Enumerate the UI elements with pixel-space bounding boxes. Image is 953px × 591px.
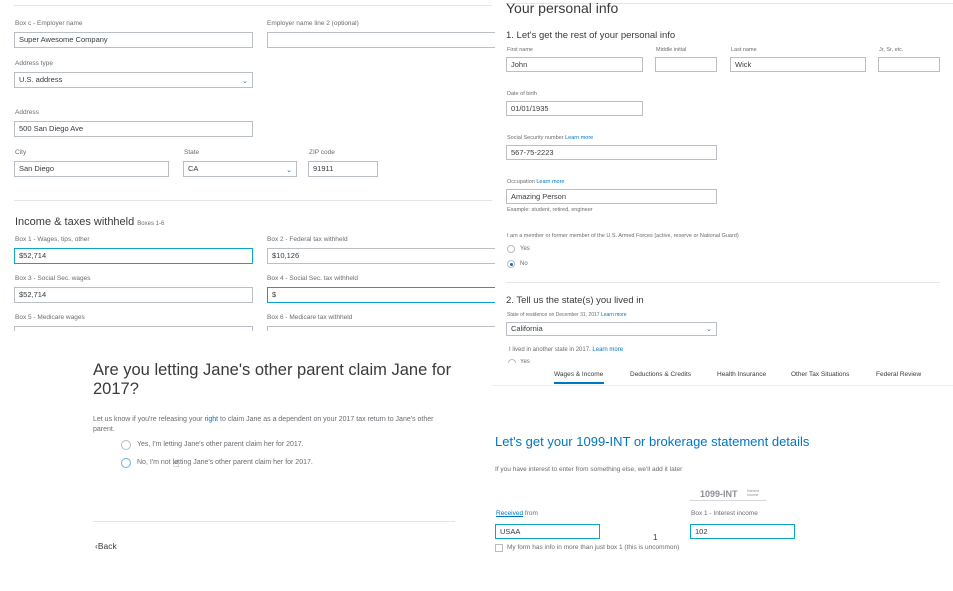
- back-button[interactable]: ‹Back: [95, 541, 117, 551]
- address-type-value: U.S. address: [19, 75, 63, 84]
- suffix-field[interactable]: [878, 57, 940, 72]
- state-residence-value: California: [511, 324, 543, 333]
- page-title: Your personal info: [506, 0, 619, 16]
- box6-field[interactable]: [267, 326, 495, 331]
- received-link[interactable]: Received: [496, 510, 523, 517]
- chevron-down-icon: ⌄: [286, 167, 292, 174]
- military-question: I am a member or former member of the U.…: [507, 233, 739, 239]
- tab-wages-income[interactable]: Wages & Income: [554, 371, 603, 378]
- divider: [93, 521, 455, 522]
- more-boxes-checkbox[interactable]: [495, 544, 503, 552]
- dependent-question-title: Are you letting Jane's other parent clai…: [93, 361, 452, 398]
- box2-field[interactable]: $10,126: [267, 248, 495, 264]
- city-label: City: [15, 149, 27, 156]
- ssn-learn-more-link[interactable]: Learn more: [565, 135, 593, 141]
- another-state-question: I lived in another state in 2017. Learn …: [509, 347, 624, 353]
- military-no-label: No: [520, 261, 528, 267]
- more-boxes-label: My form has info in more than just box 1…: [507, 544, 680, 551]
- box3-label: Box 3 - Social Sec. wages: [15, 275, 91, 282]
- last-name-field[interactable]: Wick: [730, 57, 866, 72]
- dob-field[interactable]: 01/01/1935: [506, 101, 643, 116]
- income-title: Income & taxes withheld Boxes 1-6: [15, 216, 165, 228]
- military-yes-radio[interactable]: [507, 245, 515, 253]
- tab-other-tax-situations[interactable]: Other Tax Situations: [791, 371, 849, 378]
- box1-label: Box 1 - Wages, tips, other: [15, 236, 90, 243]
- zip-field[interactable]: 91911: [308, 161, 378, 177]
- active-tab-indicator: [554, 382, 604, 384]
- payer-name-field[interactable]: USAA: [495, 524, 600, 539]
- divider: [14, 200, 492, 201]
- release-yes-radio[interactable]: [121, 440, 131, 450]
- divider: [14, 5, 492, 6]
- state-label: State: [184, 149, 200, 156]
- right-link[interactable]: right: [204, 416, 218, 423]
- employer-name2-field[interactable]: [267, 32, 495, 48]
- box5-label: Box 5 - Medicare wages: [15, 314, 85, 321]
- state-residence-select[interactable]: California ⌄: [506, 322, 717, 336]
- box6-label: Box 6 - Medicare tax withheld: [267, 314, 353, 321]
- chevron-down-icon: ⌄: [242, 78, 248, 85]
- release-no-label: No, I'm not letting Jane's other parent …: [137, 459, 313, 466]
- state-residence-label: State of residence on December 31, 2017 …: [507, 312, 627, 318]
- tab-health-insurance[interactable]: Health Insurance: [717, 371, 766, 378]
- middle-initial-label: Middle initial: [656, 47, 687, 53]
- box1-interest-label: Box 1 - Interest income: [691, 510, 758, 517]
- box3-field[interactable]: $52,714: [14, 287, 253, 303]
- release-no-radio[interactable]: [121, 458, 131, 468]
- occupation-hint: Example: student, retired, engineer: [507, 207, 593, 213]
- first-name-field[interactable]: John: [506, 57, 643, 72]
- page-number: 1: [653, 533, 658, 542]
- employer-name-label: Box c - Employer name: [15, 20, 83, 27]
- middle-initial-field[interactable]: [655, 57, 717, 72]
- employer-name-field[interactable]: Super Awesome Company: [14, 32, 253, 48]
- suffix-label: Jr, Sr, etc.: [879, 47, 904, 53]
- box4-field[interactable]: $: [267, 287, 495, 303]
- interest-description: If you have interest to enter from somet…: [495, 466, 683, 473]
- step1-heading: 1. Let's get the rest of your personal i…: [506, 30, 676, 41]
- step2-heading: 2. Tell us the state(s) you lived in: [506, 295, 644, 306]
- state-value: CA: [188, 164, 199, 173]
- last-name-label: Last name: [731, 47, 757, 53]
- interest-income-field[interactable]: 102: [690, 524, 795, 539]
- received-from-label: Received from: [496, 510, 538, 517]
- release-yes-label: Yes, I'm letting Jane's other parent cla…: [137, 441, 304, 448]
- dependent-description: Let us know if you're releasing your rig…: [93, 416, 434, 433]
- chevron-down-icon: ⌄: [706, 326, 712, 333]
- occupation-learn-more-link[interactable]: Learn more: [536, 179, 564, 185]
- box4-label: Box 4 - Social Sec. tax withheld: [267, 275, 359, 282]
- address-type-select[interactable]: U.S. address ⌄: [14, 72, 253, 88]
- ssn-label: Social Security number Learn more: [507, 135, 594, 141]
- state-learn-more-link[interactable]: Learn more: [601, 312, 627, 318]
- address-label: Address: [15, 109, 39, 116]
- mouse-cursor-icon: ☝: [173, 459, 180, 470]
- tab-deductions-credits[interactable]: Deductions & Credits: [630, 371, 691, 378]
- tab-federal-review[interactable]: Federal Review: [876, 371, 921, 378]
- occupation-field[interactable]: Amazing Person: [506, 189, 717, 204]
- dob-label: Date of birth: [507, 91, 537, 97]
- another-state-learn-more-link[interactable]: Learn more: [592, 347, 623, 353]
- state-select[interactable]: CA ⌄: [183, 161, 297, 177]
- form-1099-int-badge: 1099-INT Interest Income: [690, 489, 766, 501]
- military-no-radio[interactable]: [507, 260, 515, 268]
- box5-field[interactable]: [14, 326, 253, 331]
- interest-title: Let's get your 1099-INT or brokerage sta…: [495, 434, 810, 449]
- address-field[interactable]: 500 San Diego Ave: [14, 121, 253, 137]
- zip-label: ZIP code: [309, 149, 335, 156]
- box2-label: Box 2 - Federal tax withheld: [267, 236, 348, 243]
- divider: [506, 282, 940, 283]
- address-type-label: Address type: [15, 60, 53, 67]
- military-yes-label: Yes: [520, 246, 530, 252]
- city-field[interactable]: San Diego: [14, 161, 169, 177]
- employer-name2-label: Employer name line 2 (optional): [267, 20, 359, 27]
- ssn-field[interactable]: 567-75-2223: [506, 145, 717, 160]
- occupation-label: Occupation Learn more: [507, 179, 565, 185]
- box1-field[interactable]: $52,714: [14, 248, 253, 264]
- first-name-label: First name: [507, 47, 533, 53]
